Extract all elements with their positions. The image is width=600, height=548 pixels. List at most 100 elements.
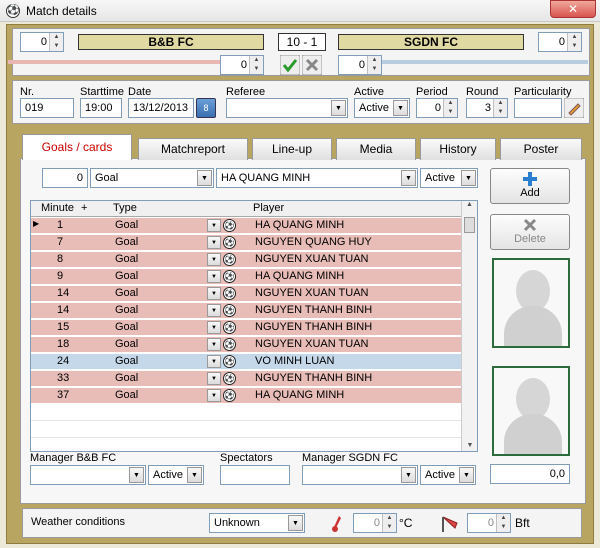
calendar-icon[interactable]: 8 [196, 98, 216, 118]
table-row[interactable]: 15 Goal ▼ ⚽ NGUYEN THANH BINH [31, 320, 463, 336]
spin-up-icon[interactable]: ▲ [444, 99, 457, 108]
col-plus[interactable]: + [81, 202, 87, 214]
col-player[interactable]: Player [253, 202, 284, 214]
manager-home-active-select[interactable]: Active ▼ [148, 465, 204, 485]
tab-goals-cards[interactable]: Goals / cards [22, 134, 132, 160]
spin-down-icon[interactable]: ▼ [568, 42, 581, 51]
spin-up-icon[interactable]: ▲ [568, 33, 581, 42]
cancel-x-icon[interactable] [301, 54, 323, 76]
pencil-icon[interactable] [563, 97, 585, 119]
row-player: HA QUANG MINH [255, 270, 345, 282]
particularity-field[interactable] [514, 98, 562, 118]
spin-up-icon[interactable]: ▲ [50, 33, 63, 42]
manager-home-select[interactable]: ▼ [30, 465, 146, 485]
chevron-down-icon[interactable]: ▼ [187, 467, 202, 483]
manager-away-select[interactable]: ▼ [302, 465, 418, 485]
col-minute[interactable]: Minute [41, 202, 74, 214]
weather-select[interactable]: Unknown ▼ [209, 513, 305, 533]
table-row[interactable]: 8 Goal ▼ ⚽ NGUYEN XUAN TUAN [31, 252, 463, 268]
scroll-down-icon[interactable]: ▼ [462, 442, 477, 449]
tab-history[interactable]: History [420, 138, 496, 160]
grid-scrollbar[interactable]: ▲ ▼ [461, 201, 477, 451]
tab-media[interactable]: Media [336, 138, 416, 160]
add-button[interactable]: Add [490, 168, 570, 204]
chevron-down-icon[interactable]: ▼ [207, 219, 221, 232]
spin-down-icon[interactable]: ▼ [497, 523, 510, 532]
chevron-down-icon[interactable]: ▼ [207, 321, 221, 334]
table-row[interactable]: 18 Goal ▼ ⚽ NGUYEN XUAN TUAN [31, 337, 463, 353]
table-row[interactable]: 14 Goal ▼ ⚽ NGUYEN THANH BINH [31, 303, 463, 319]
chevron-down-icon[interactable]: ▼ [331, 100, 346, 116]
table-row[interactable]: 37 Goal ▼ ⚽ HA QUANG MINH [31, 388, 463, 404]
rating-field[interactable]: 0,0 [490, 464, 570, 484]
scroll-thumb[interactable] [464, 217, 475, 233]
chevron-down-icon[interactable]: ▼ [129, 467, 144, 483]
col-type[interactable]: Type [113, 202, 137, 214]
spin-down-icon[interactable]: ▼ [444, 108, 457, 117]
chevron-down-icon[interactable]: ▼ [461, 170, 476, 186]
active-select[interactable]: Active ▼ [354, 98, 410, 118]
active-filter-select[interactable]: Active ▼ [420, 168, 478, 188]
away-score-spinner[interactable]: 0 ▲ ▼ [538, 32, 582, 52]
table-row[interactable]: 33 Goal ▼ ⚽ NGUYEN THANH BINH [31, 371, 463, 387]
home-score-spinner[interactable]: 0 ▲ ▼ [20, 32, 64, 52]
type-filter-select[interactable]: Goal ▼ [90, 168, 214, 188]
chevron-down-icon[interactable]: ▼ [207, 372, 221, 385]
spin-up-icon[interactable]: ▲ [383, 514, 396, 523]
confirm-check-icon[interactable] [279, 54, 301, 76]
period-spinner[interactable]: 0 ▲ ▼ [416, 98, 458, 118]
spin-down-icon[interactable]: ▼ [494, 108, 507, 117]
tab-matchreport[interactable]: Matchreport [138, 138, 248, 160]
chevron-down-icon[interactable]: ▼ [207, 236, 221, 249]
spin-down-icon[interactable]: ▼ [250, 65, 263, 74]
chevron-down-icon[interactable]: ▼ [207, 253, 221, 266]
tab-line-up[interactable]: Line-up [252, 138, 332, 160]
player-photo-placeholder-2[interactable] [492, 366, 570, 456]
spectators-field[interactable] [220, 465, 290, 485]
manager-away-active-select[interactable]: Active ▼ [420, 465, 476, 485]
temperature-spinner[interactable]: 0 ▲ ▼ [353, 513, 397, 533]
chevron-down-icon[interactable]: ▼ [207, 304, 221, 317]
row-type: Goal [115, 287, 139, 299]
chevron-down-icon[interactable]: ▼ [207, 287, 221, 300]
row-type: Goal [115, 355, 139, 367]
chevron-down-icon[interactable]: ▼ [207, 355, 221, 368]
round-spinner[interactable]: 3 ▲ ▼ [466, 98, 508, 118]
away-sub-spinner[interactable]: 0 ▲ ▼ [338, 55, 382, 75]
soccer-ball-icon: ⚽ [223, 304, 236, 317]
chevron-down-icon[interactable]: ▼ [207, 389, 221, 402]
date-field[interactable]: 13/12/2013 [128, 98, 194, 118]
chevron-down-icon[interactable]: ▼ [288, 515, 303, 531]
spin-up-icon[interactable]: ▲ [494, 99, 507, 108]
scroll-up-icon[interactable]: ▲ [462, 201, 477, 208]
table-row[interactable]: 7 Goal ▼ ⚽ NGUYEN QUANG HUY [31, 235, 463, 251]
table-row[interactable]: 9 Goal ▼ ⚽ HA QUANG MINH [31, 269, 463, 285]
spin-up-icon[interactable]: ▲ [497, 514, 510, 523]
close-button[interactable]: ✕ [550, 0, 596, 18]
nr-field[interactable]: 019 [20, 98, 74, 118]
table-row[interactable]: ▶ 1 Goal ▼ ⚽ HA QUANG MINH [31, 218, 463, 234]
spin-down-icon[interactable]: ▼ [383, 523, 396, 532]
wind-spinner[interactable]: 0 ▲ ▼ [467, 513, 511, 533]
table-row[interactable]: 14 Goal ▼ ⚽ NGUYEN XUAN TUAN [31, 286, 463, 302]
spin-up-icon[interactable]: ▲ [250, 56, 263, 65]
spin-up-icon[interactable]: ▲ [368, 56, 381, 65]
table-row[interactable]: 24 Goal ▼ ⚽ VO MINH LUAN [31, 354, 463, 370]
minute-filter-field[interactable]: 0 [42, 168, 88, 188]
spin-down-icon[interactable]: ▼ [368, 65, 381, 74]
chevron-down-icon[interactable]: ▼ [207, 338, 221, 351]
spin-down-icon[interactable]: ▼ [50, 42, 63, 51]
chevron-down-icon[interactable]: ▼ [401, 170, 416, 186]
chevron-down-icon[interactable]: ▼ [459, 467, 474, 483]
chevron-down-icon[interactable]: ▼ [401, 467, 416, 483]
starttime-field[interactable]: 19:00 [80, 98, 122, 118]
player-filter-select[interactable]: HA QUANG MINH ▼ [216, 168, 418, 188]
chevron-down-icon[interactable]: ▼ [393, 100, 408, 116]
delete-button[interactable]: Delete [490, 214, 570, 250]
referee-select[interactable]: ▼ [226, 98, 348, 118]
tab-poster[interactable]: Poster [500, 138, 582, 160]
chevron-down-icon[interactable]: ▼ [197, 170, 212, 186]
chevron-down-icon[interactable]: ▼ [207, 270, 221, 283]
player-photo-placeholder[interactable] [492, 258, 570, 348]
home-sub-spinner[interactable]: 0 ▲ ▼ [220, 55, 264, 75]
